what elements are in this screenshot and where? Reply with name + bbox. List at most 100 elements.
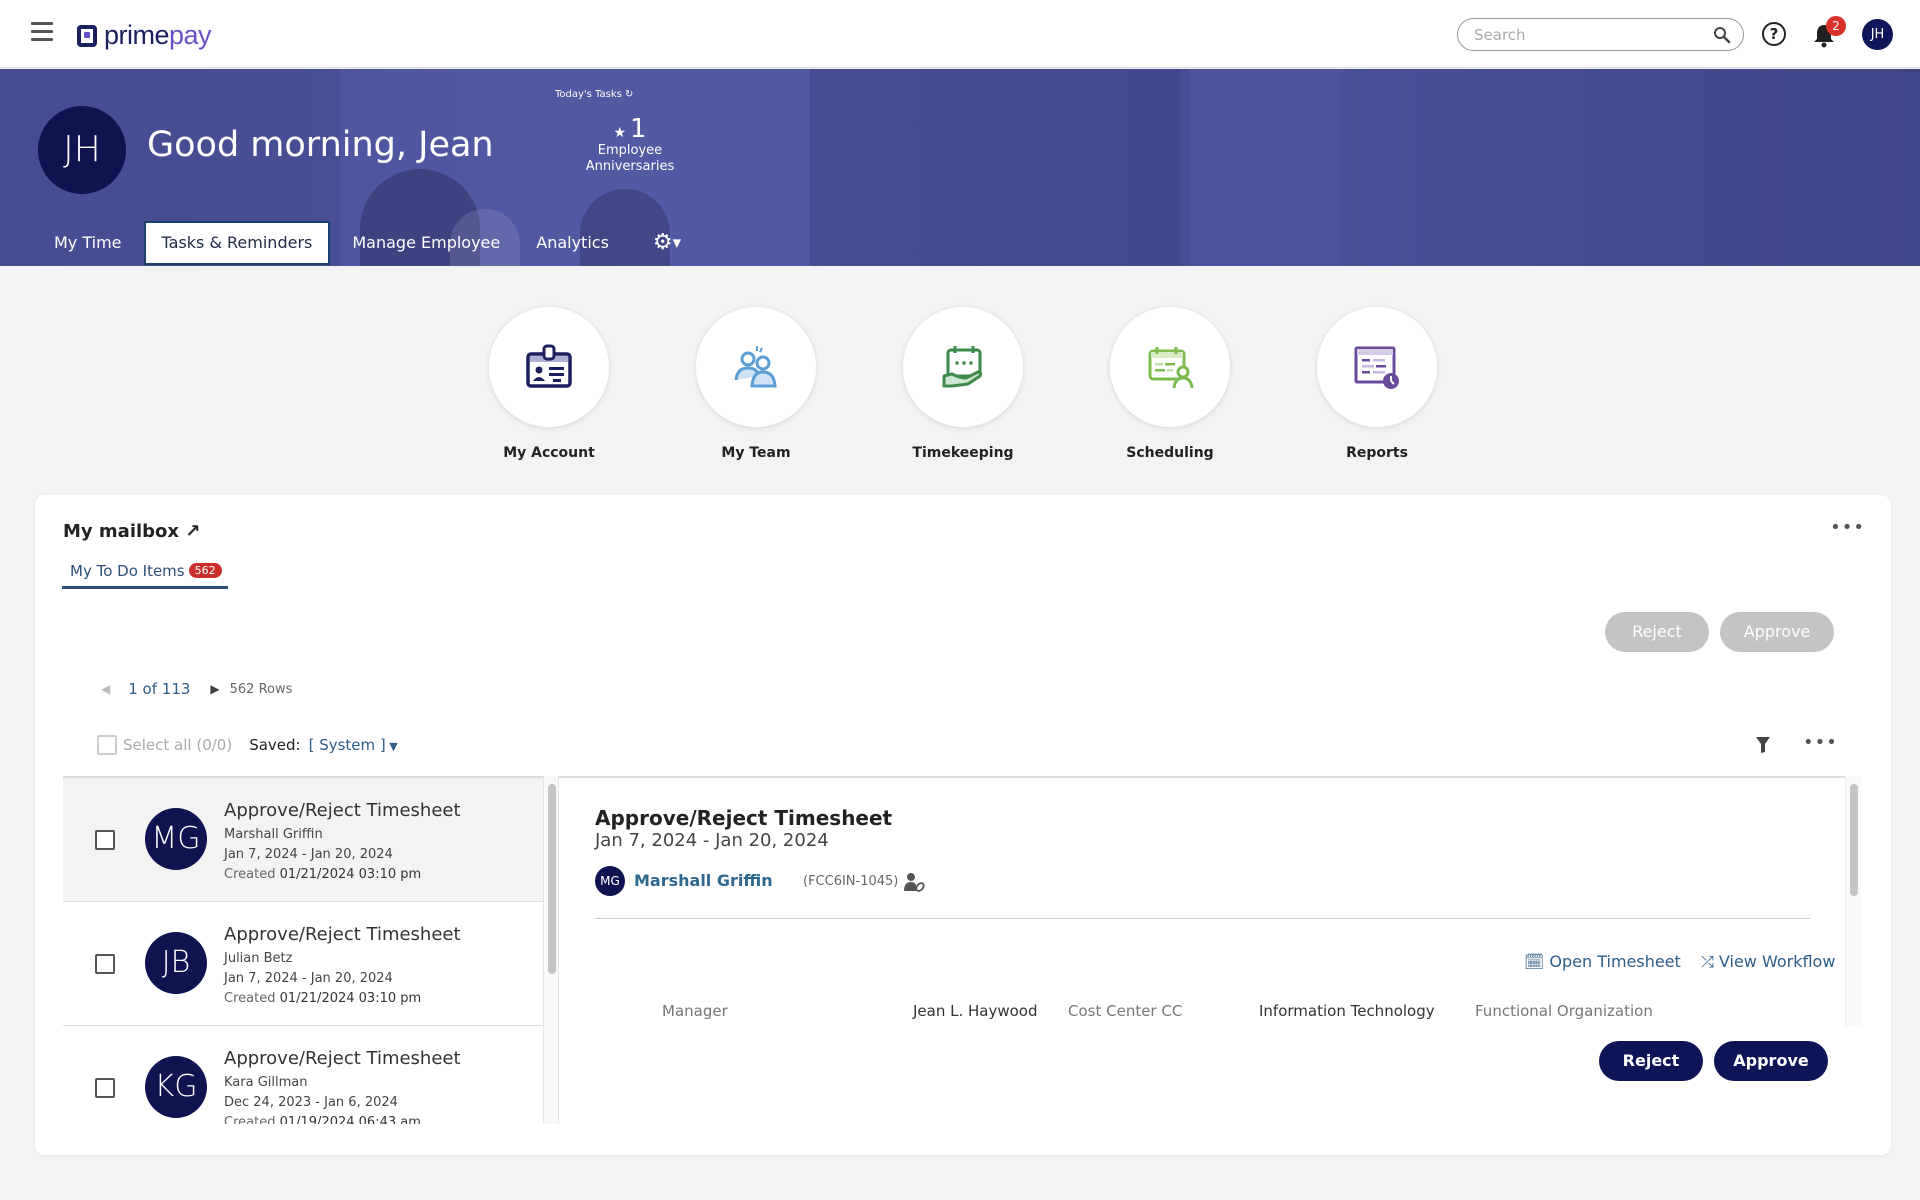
workflow-icon: ⤮ [1701, 952, 1714, 971]
quick-link-reports[interactable]: Reports [1316, 307, 1438, 461]
saved-view-dropdown[interactable]: [ System ] ▼ [309, 736, 398, 754]
caret-down-icon: ▼ [385, 740, 398, 753]
detail-employee-id: (FCC6IN-1045) [803, 874, 899, 889]
detail-employee-link[interactable]: Marshall Griffin [634, 871, 773, 890]
list-item[interactable]: MG Approve/Reject Timesheet Marshall Gri… [63, 778, 543, 902]
select-all-label: Select all (0/0) [123, 736, 233, 754]
item-title: Approve/Reject Timesheet [224, 800, 461, 821]
list-scrollbar-thumb[interactable] [548, 784, 556, 974]
tab-tasks-reminders[interactable]: Tasks & Reminders [143, 220, 331, 265]
quick-link-timekeeping[interactable]: Timekeeping [902, 307, 1024, 461]
user-avatar[interactable]: JH [1862, 19, 1893, 50]
item-title: Approve/Reject Timesheet [224, 924, 461, 945]
field-value-manager: Jean L. Haywood [913, 1002, 1038, 1020]
quick-link-scheduling[interactable]: Scheduling [1109, 307, 1231, 461]
caret-down-icon: ▼ [672, 236, 682, 250]
item-dates: Jan 7, 2024 - Jan 20, 2024 [224, 847, 393, 862]
team-icon [734, 346, 777, 388]
item-created: Created 01/19/2024 06:43 am [224, 1115, 421, 1124]
greeting-text: Good morning, Jean [147, 125, 494, 165]
avatar: JB [145, 932, 207, 994]
quick-link-my-account[interactable]: My Account [488, 307, 610, 461]
detail-scrollbar[interactable] [1845, 776, 1861, 1026]
report-clock-icon [1354, 346, 1399, 389]
view-workflow-link[interactable]: ⤮ View Workflow [1701, 952, 1835, 972]
bulk-reject-button[interactable]: Reject [1605, 612, 1709, 652]
calendar-person-icon [1148, 347, 1194, 389]
anniversaries-widget[interactable]: ★ 1 Employee Anniversaries [580, 115, 680, 175]
logo-text-prime: prime [104, 20, 170, 50]
field-label-cost-center: Cost Center CC [1068, 1002, 1183, 1020]
list-more-icon[interactable]: ••• [1803, 732, 1838, 753]
field-label-functional-org: Functional Organization [1475, 1002, 1653, 1020]
tab-label: My To Do Items [70, 562, 185, 580]
anniversaries-label-2: Anniversaries [585, 159, 675, 174]
select-all-checkbox[interactable] [97, 735, 117, 755]
item-checkbox[interactable] [95, 1078, 115, 1098]
tab-manage-employee[interactable]: Manage Employee [334, 221, 518, 265]
detail-pane: Approve/Reject Timesheet Jan 7, 2024 - J… [559, 776, 1859, 1026]
primepay-logo[interactable]: primepay [77, 20, 212, 51]
tab-my-time[interactable]: My Time [36, 221, 140, 265]
logo-mark-icon [77, 24, 97, 47]
bulk-approve-button[interactable]: Approve [1720, 612, 1834, 652]
mailbox-title[interactable]: My mailbox ↗ [63, 521, 200, 542]
prev-page-icon[interactable]: ◀ [101, 682, 110, 696]
hamburger-menu-icon[interactable] [31, 22, 53, 42]
divider [595, 918, 1810, 919]
search-input[interactable] [1474, 24, 1704, 46]
filter-icon[interactable] [1755, 736, 1771, 754]
item-created: Created 01/21/2024 03:10 pm [224, 867, 422, 882]
saved-label: Saved: [249, 736, 301, 754]
search-box [1457, 18, 1744, 51]
gear-icon: ⚙ [652, 230, 673, 255]
list-scrollbar[interactable] [543, 776, 559, 1124]
avatar: MG [145, 808, 207, 870]
todays-tasks-label: Today's Tasks [555, 89, 622, 100]
main-tabs: My Time Tasks & Reminders Manage Employe… [0, 219, 681, 266]
item-checkbox[interactable] [95, 954, 115, 974]
quick-link-my-team[interactable]: My Team [695, 307, 817, 461]
item-dates: Dec 24, 2023 - Jan 6, 2024 [224, 1095, 398, 1110]
quick-link-label: Reports [1346, 445, 1408, 461]
profile-avatar[interactable]: JH [38, 106, 126, 194]
refresh-icon[interactable]: ↻ [622, 89, 633, 100]
detail-scrollbar-thumb[interactable] [1850, 784, 1858, 896]
todo-list: MG Approve/Reject Timesheet Marshall Gri… [63, 776, 543, 1124]
next-page-icon[interactable]: ▶ [210, 682, 219, 696]
item-employee: Julian Betz [224, 951, 293, 966]
item-created: Created 01/21/2024 03:10 pm [224, 991, 422, 1006]
anniversaries-label-1: Employee [597, 143, 663, 158]
detail-dates: Jan 7, 2024 - Jan 20, 2024 [595, 830, 829, 851]
logo-text-pay: pay [169, 20, 212, 50]
quick-link-label: Scheduling [1126, 445, 1214, 461]
reject-button[interactable]: Reject [1599, 1041, 1703, 1081]
quick-link-label: Timekeeping [912, 445, 1014, 461]
person-link-icon[interactable] [903, 871, 925, 893]
external-link-icon: ↗ [179, 521, 201, 542]
id-badge-icon [526, 344, 572, 388]
search-icon[interactable] [1713, 26, 1731, 44]
item-employee: Marshall Griffin [224, 827, 323, 842]
approve-button[interactable]: Approve [1714, 1041, 1828, 1081]
help-icon[interactable]: ? [1762, 22, 1786, 46]
avatar: KG [145, 1056, 207, 1118]
item-title: Approve/Reject Timesheet [224, 1048, 461, 1069]
tab-analytics[interactable]: Analytics [518, 221, 627, 265]
settings-dropdown[interactable]: ⚙▼ [653, 230, 681, 255]
field-label-manager: Manager [662, 1002, 728, 1020]
list-item[interactable]: KG Approve/Reject Timesheet Kara Gillman… [63, 1026, 543, 1124]
quick-link-label: My Team [721, 445, 791, 461]
open-timesheet-link[interactable]: 🗓 Open Timesheet [1524, 952, 1681, 971]
anniversaries-count: 1 [630, 114, 647, 144]
todays-tasks[interactable]: Today's Tasks ↻ [555, 89, 633, 100]
row-count: 562 Rows [229, 681, 293, 697]
mailbox-card: My mailbox ↗ ••• My To Do Items 562 Rejec… [35, 495, 1891, 1155]
tab-my-to-do-items[interactable]: My To Do Items 562 [62, 562, 228, 589]
item-employee: Kara Gillman [224, 1075, 308, 1090]
item-checkbox[interactable] [95, 830, 115, 850]
star-icon: ★ [613, 125, 626, 141]
list-item[interactable]: JB Approve/Reject Timesheet Julian Betz … [63, 902, 543, 1026]
card-more-icon[interactable]: ••• [1830, 517, 1865, 538]
top-bar: primepay ? 2 JH [0, 0, 1920, 68]
